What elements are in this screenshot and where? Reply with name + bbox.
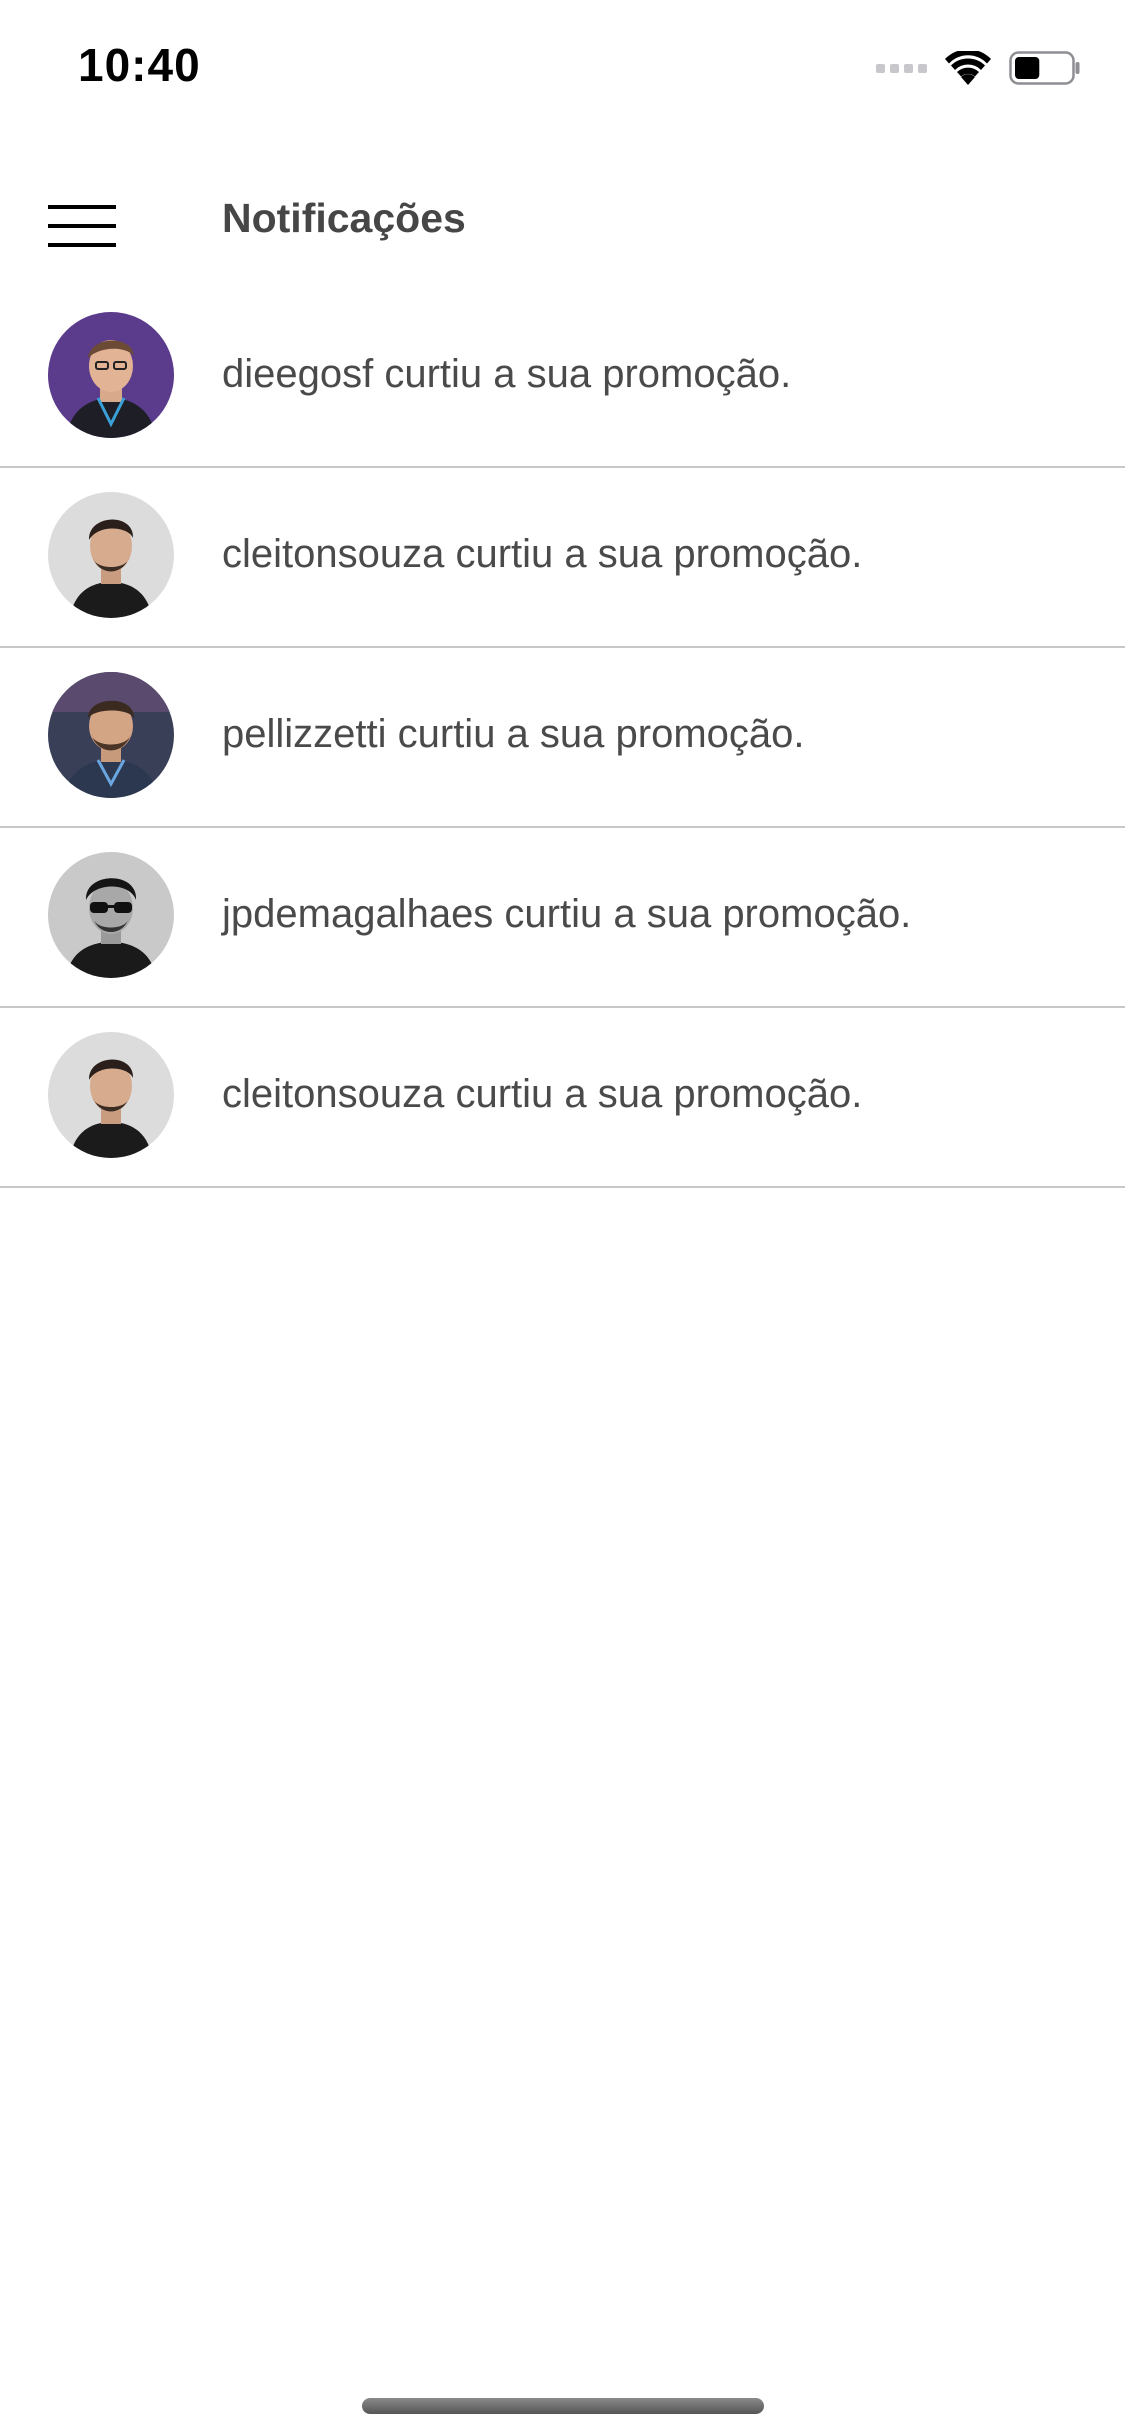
avatar <box>48 312 174 438</box>
notification-text: pellizzetti curtiu a sua promoção. <box>222 712 805 756</box>
notification-item[interactable]: cleitonsouza curtiu a sua promoção. <box>0 1008 1125 1188</box>
avatar <box>48 1032 174 1158</box>
notification-text: cleitonsouza curtiu a sua promoção. <box>222 532 863 576</box>
notification-text: dieegosf curtiu a sua promoção. <box>222 352 792 396</box>
status-bar: 10:40 <box>0 0 1125 135</box>
hamburger-menu-icon <box>48 205 116 247</box>
notification-text: cleitonsouza curtiu a sua promoção. <box>222 1072 863 1116</box>
notification-item[interactable]: dieegosf curtiu a sua promoção. <box>0 288 1125 468</box>
status-time: 10:40 <box>78 39 201 91</box>
wifi-icon <box>945 51 991 85</box>
avatar <box>48 852 174 978</box>
notification-item[interactable]: cleitonsouza curtiu a sua promoção. <box>0 468 1125 648</box>
avatar <box>48 492 174 618</box>
battery-icon <box>1009 51 1081 85</box>
cellular-signal-icon <box>876 63 927 73</box>
status-indicators <box>876 48 1081 88</box>
page-title: Notificações <box>222 195 466 241</box>
avatar <box>48 672 174 798</box>
app-header: Notificações <box>0 160 1125 280</box>
home-indicator[interactable] <box>362 2398 764 2414</box>
notification-item[interactable]: pellizzetti curtiu a sua promoção. <box>0 648 1125 828</box>
battery-fill <box>1015 57 1040 79</box>
notification-item[interactable]: jpdemagalhaes curtiu a sua promoção. <box>0 828 1125 1008</box>
menu-button[interactable] <box>38 186 126 266</box>
notification-text: jpdemagalhaes curtiu a sua promoção. <box>222 892 912 936</box>
notification-list: dieegosf curtiu a sua promoção. cleitons… <box>0 288 1125 1188</box>
